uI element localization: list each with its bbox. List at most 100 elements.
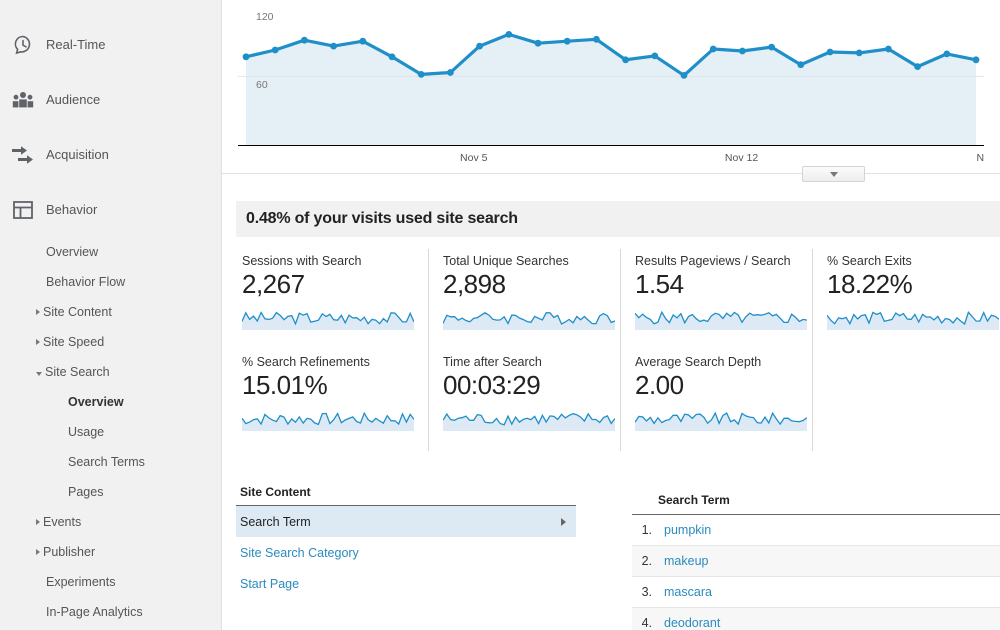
- row-index: 4.: [641, 616, 652, 630]
- x-axis-tick: N: [976, 152, 985, 164]
- site-content-item-search-term[interactable]: Search Term: [236, 506, 576, 537]
- table-row[interactable]: 3. mascara: [632, 577, 1000, 608]
- sidebar-item-label: Usage: [68, 425, 105, 439]
- sidebar-item-label: Overview: [68, 395, 124, 409]
- metric-value: 18.22%: [827, 269, 913, 299]
- search-term-panel: Search Term 1. pumpkin 2. makeup 3. masc…: [632, 485, 1000, 630]
- x-axis-tick: Nov 5: [460, 152, 488, 164]
- metric-card-empty: [812, 350, 1000, 451]
- metric-card-sessions-with-search[interactable]: Sessions with Search 2,267: [236, 249, 428, 350]
- metric-label: Total Unique Searches: [443, 254, 569, 268]
- site-content-item-label: Search Term: [240, 514, 311, 529]
- metric-label: Sessions with Search: [242, 254, 362, 268]
- metric-value: 15.01%: [242, 370, 328, 400]
- sidebar-item-label: Site Speed: [43, 335, 105, 349]
- sidebar-item-site-content[interactable]: Site Content: [0, 297, 221, 327]
- sidebar-item-behavior-flow[interactable]: Behavior Flow: [0, 267, 221, 297]
- sidebar-item-behavior[interactable]: Behavior: [0, 182, 221, 237]
- search-term-link[interactable]: makeup: [658, 554, 708, 568]
- metric-card-search-refinements[interactable]: % Search Refinements 15.01%: [236, 350, 428, 451]
- metric-cards: Sessions with Search 2,267 Total Unique …: [236, 237, 1000, 451]
- sidebar-item-events[interactable]: Events: [0, 507, 221, 537]
- search-term-link[interactable]: pumpkin: [658, 523, 711, 537]
- sidebar-item-site-search-overview[interactable]: Overview: [0, 387, 221, 417]
- sidebar-item-in-page-analytics[interactable]: In-Page Analytics: [0, 597, 221, 627]
- sidebar-item-label: Publisher: [43, 545, 96, 559]
- banner-text: 0.48% of your visits used site search: [246, 210, 518, 227]
- behavior-subnav: Overview Behavior Flow Site Content Site…: [0, 237, 221, 627]
- site-content-item-label: Start Page: [240, 576, 300, 591]
- row-index: 2.: [641, 554, 652, 568]
- sidebar-item-label: Search Terms: [68, 455, 145, 469]
- metric-value: 1.54: [635, 269, 684, 299]
- sparkline: [242, 311, 414, 330]
- sidebar-item-experiments[interactable]: Experiments: [0, 567, 221, 597]
- sparkline: [242, 411, 414, 431]
- site-content-item-site-search-category[interactable]: Site Search Category: [236, 537, 576, 568]
- sparkline: [827, 311, 999, 330]
- sidebar-item-label: Experiments: [46, 575, 116, 589]
- sidebar-item-site-search-pages[interactable]: Pages: [0, 477, 221, 507]
- sparkline: [443, 412, 615, 431]
- sidebar-item-label: Site Content: [43, 305, 112, 319]
- metric-card-results-pageviews-per-search[interactable]: Results Pageviews / Search 1.54: [620, 249, 812, 350]
- sidebar-item-label: In-Page Analytics: [46, 605, 143, 619]
- behavior-layout-icon: [8, 197, 38, 223]
- caret-down-icon: [829, 171, 838, 177]
- site-content-item-start-page[interactable]: Start Page: [236, 568, 576, 599]
- metric-row-2: % Search Refinements 15.01% Time after S…: [236, 350, 1000, 451]
- sidebar-item-real-time[interactable]: Real-Time: [0, 17, 221, 72]
- site-content-header: Site Content: [236, 485, 576, 506]
- sidebar-item-label: Acquisition: [46, 147, 109, 162]
- sidebar-item-label: Pages: [68, 485, 104, 499]
- chart-collapse-row: [222, 166, 1000, 187]
- search-term-link[interactable]: mascara: [658, 585, 712, 599]
- table-row[interactable]: 4. deodorant: [632, 608, 1000, 630]
- sessions-timeline-chart[interactable]: 120 60: [222, 0, 1000, 145]
- search-term-link[interactable]: deodorant: [658, 616, 720, 630]
- sidebar-item-site-search-terms[interactable]: Search Terms: [0, 447, 221, 477]
- sidebar-item-behavior-overview[interactable]: Overview: [0, 237, 221, 267]
- acquisition-arrows-icon: [8, 142, 38, 168]
- sidebar-item-publisher[interactable]: Publisher: [0, 537, 221, 567]
- metric-label: % Search Exits: [827, 254, 912, 268]
- metric-card-total-unique-searches[interactable]: Total Unique Searches 2,898: [428, 249, 620, 350]
- sidebar-item-site-search-usage[interactable]: Usage: [0, 417, 221, 447]
- sidebar-item-label: Site Search: [45, 365, 110, 379]
- sidebar-item-site-search[interactable]: Site Search: [0, 357, 221, 387]
- search-term-header: Search Term: [632, 485, 1000, 515]
- metric-card-search-exits[interactable]: % Search Exits 18.22%: [812, 249, 1000, 350]
- sparkline: [443, 312, 615, 330]
- metric-value: 00:03:29: [443, 370, 541, 400]
- chevron-right-icon: [561, 517, 566, 526]
- sidebar-item-label: Behavior Flow: [46, 275, 126, 289]
- sidebar-item-label: Behavior: [46, 202, 98, 217]
- sidebar-item-acquisition[interactable]: Acquisition: [0, 127, 221, 182]
- metric-card-time-after-search[interactable]: Time after Search 00:03:29: [428, 350, 620, 451]
- metric-card-average-search-depth[interactable]: Average Search Depth 2.00: [620, 350, 812, 451]
- y-axis-tick-mid: 60: [256, 79, 268, 91]
- row-index: 1.: [641, 523, 652, 537]
- analytics-page: Real-Time Audience Acquisition Behavior …: [0, 0, 1000, 630]
- metric-label: Average Search Depth: [635, 355, 762, 369]
- chevron-right-icon: [36, 339, 40, 345]
- chevron-right-icon: [36, 549, 40, 555]
- sidebar-item-audience[interactable]: Audience: [0, 72, 221, 127]
- collapse-chart-button[interactable]: [802, 166, 865, 182]
- chart-x-axis: Nov 5 Nov 12 N: [238, 145, 984, 171]
- sidebar-item-label: Real-Time: [46, 37, 106, 52]
- table-row[interactable]: 2. makeup: [632, 546, 1000, 577]
- y-axis-tick-top: 120: [256, 11, 274, 23]
- chevron-right-icon: [36, 309, 40, 315]
- metric-label: Time after Search: [443, 355, 542, 369]
- metric-label: Results Pageviews / Search: [635, 254, 791, 268]
- metric-value: 2,267: [242, 269, 305, 299]
- site-content-panel: Site Content Search Term Site Search Cat…: [236, 485, 576, 630]
- table-row[interactable]: 1. pumpkin: [632, 515, 1000, 546]
- sidebar-item-label: Events: [43, 515, 82, 529]
- sidebar-item-label: Audience: [46, 92, 101, 107]
- realtime-clock-icon: [8, 32, 38, 58]
- sidebar-item-site-speed[interactable]: Site Speed: [0, 327, 221, 357]
- metric-value: 2,898: [443, 269, 506, 299]
- main-content: 120 60 Nov 5 Nov 12 N 0.48% of your visits…: [222, 0, 1000, 630]
